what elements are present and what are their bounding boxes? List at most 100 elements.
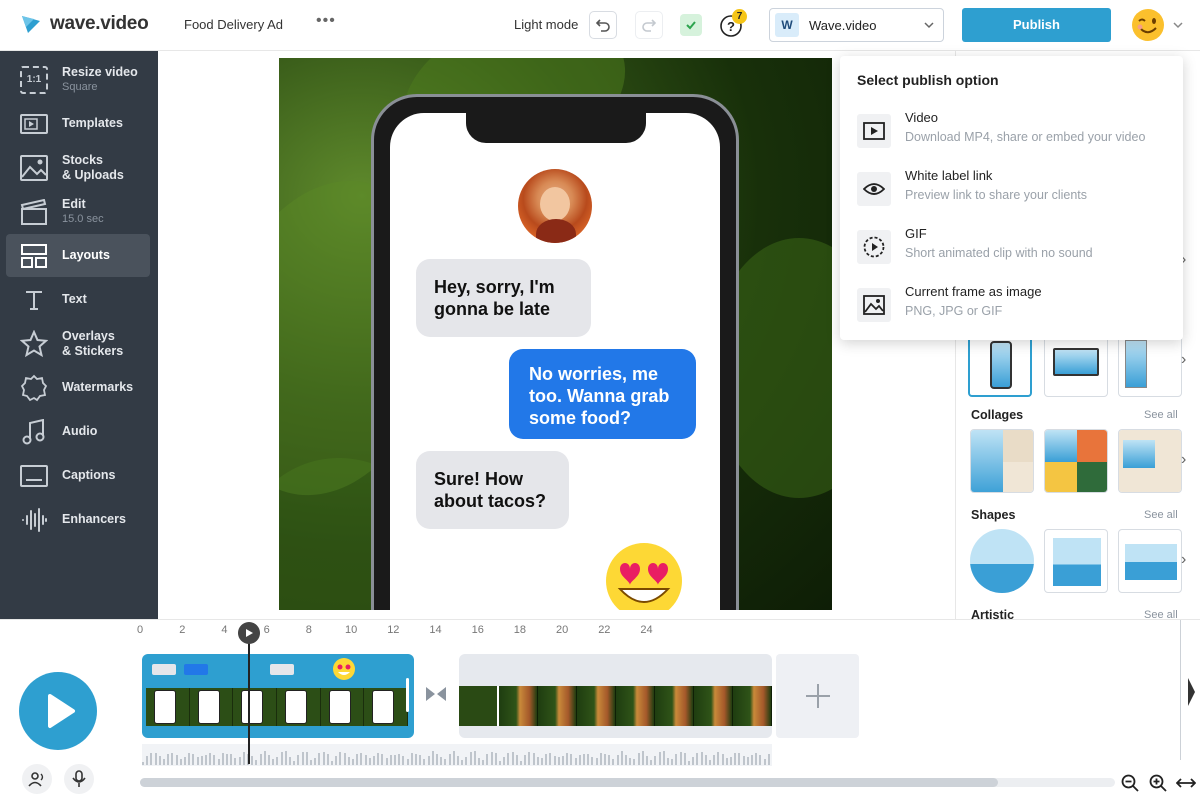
sidebar-label-audio: Audio xyxy=(62,424,98,438)
row-arrow-icon[interactable]: › xyxy=(1181,551,1186,569)
waveform-bar xyxy=(654,756,657,765)
wink-emoji-icon xyxy=(1132,9,1164,41)
layout-thumb-phone[interactable] xyxy=(968,333,1032,397)
waveform-bar xyxy=(146,756,149,765)
timeline-clip-2[interactable] xyxy=(459,654,772,738)
light-mode-toggle[interactable]: Light mode xyxy=(514,17,578,32)
row-arrow-icon[interactable]: › xyxy=(1181,351,1186,369)
waveform-bar xyxy=(402,756,405,765)
avatar-chevron-icon[interactable] xyxy=(1172,19,1184,31)
shape-thumb-rect[interactable] xyxy=(1118,529,1182,593)
logo[interactable]: wave.video xyxy=(20,13,149,35)
sidebar-sub-edit: 15.0 sec xyxy=(62,212,104,225)
publish-option-frame-image[interactable]: Current frame as image PNG, JPG or GIF xyxy=(857,284,1167,332)
waveform-bar xyxy=(251,756,254,765)
see-all-shapes-link[interactable]: See all xyxy=(1144,509,1178,521)
user-avatar[interactable] xyxy=(1131,8,1165,42)
layout-thumb-laptop[interactable] xyxy=(1044,333,1108,397)
timeline-tick: 8 xyxy=(305,624,312,636)
section-title-artistic: Artistic xyxy=(971,608,1015,619)
sidebar-item-resize[interactable]: 1:1 Resize video Square xyxy=(6,58,150,101)
waveform-bar xyxy=(377,753,380,765)
sidebar-item-overlays[interactable]: Overlays & Stickers xyxy=(6,322,150,365)
project-name[interactable]: Food Delivery Ad xyxy=(184,17,283,32)
sidebar-item-templates[interactable]: Templates xyxy=(6,102,150,145)
message-text: No worries, me too. Wanna grab some food… xyxy=(529,364,670,428)
help-button[interactable]: ? 7 xyxy=(719,9,747,37)
transition-icon[interactable] xyxy=(425,686,447,702)
sidebar-item-watermarks[interactable]: Watermarks xyxy=(6,366,150,409)
play-button[interactable] xyxy=(19,672,97,750)
collage-thumb[interactable] xyxy=(1118,429,1182,493)
waveform-bar xyxy=(696,752,699,765)
image-icon xyxy=(863,295,885,315)
waveform-bar xyxy=(658,751,661,765)
phone-screen: Hey, sorry, I'm gonna be late No worries… xyxy=(390,113,720,610)
see-all-collages-link[interactable]: See all xyxy=(1144,409,1178,421)
sidebar-item-text[interactable]: Text xyxy=(6,278,150,321)
shape-thumb-circle[interactable] xyxy=(970,529,1034,593)
voiceover-button[interactable] xyxy=(22,764,52,794)
timeline-end-arrow-icon[interactable] xyxy=(1186,676,1196,708)
sidebar-label-overlays: Overlays xyxy=(62,328,115,343)
clip-frame xyxy=(459,686,499,726)
timeline-tick: 2 xyxy=(179,624,186,636)
clip-frame xyxy=(364,688,409,726)
scrollbar-thumb[interactable] xyxy=(140,778,998,787)
waveform-bar xyxy=(230,754,233,765)
sidebar-item-layouts[interactable]: Layouts xyxy=(6,234,150,277)
record-audio-button[interactable] xyxy=(64,764,94,794)
option-desc: Short animated clip with no sound xyxy=(905,246,1093,260)
waveform-bar xyxy=(465,756,468,765)
waveform-bar xyxy=(335,755,338,765)
timeline-tick: 18 xyxy=(513,624,527,636)
publish-option-gif[interactable]: GIF Short animated clip with no sound xyxy=(857,226,1167,274)
video-canvas[interactable]: Hey, sorry, I'm gonna be late No worries… xyxy=(279,58,832,610)
publish-option-video[interactable]: Video Download MP4, share or embed your … xyxy=(857,110,1167,158)
audio-waveform[interactable] xyxy=(142,744,772,766)
playhead-line[interactable] xyxy=(248,632,251,764)
zoom-out-icon[interactable] xyxy=(1121,774,1139,792)
emoji-layer-icon xyxy=(333,658,355,680)
publish-option-white-label[interactable]: White label link Preview link to share y… xyxy=(857,168,1167,216)
waveform-bar xyxy=(163,759,165,765)
collage-thumb[interactable] xyxy=(970,429,1034,493)
heart-eyes-emoji-icon[interactable] xyxy=(604,541,684,610)
collage-thumb[interactable] xyxy=(1044,429,1108,493)
sidebar-item-stocks[interactable]: Stocks & Uploads xyxy=(6,146,150,189)
templates-icon xyxy=(20,113,48,134)
clip-frame xyxy=(233,688,278,726)
timeline-clip-1[interactable] xyxy=(142,654,414,738)
waveform-bar xyxy=(410,752,413,765)
undo-button[interactable] xyxy=(589,11,617,39)
playhead-knob[interactable] xyxy=(238,622,261,644)
waveform-bar xyxy=(583,754,585,765)
sidebar-item-captions[interactable]: Captions xyxy=(6,454,150,497)
sidebar-item-audio[interactable]: Audio xyxy=(6,410,150,453)
shape-thumb-square[interactable] xyxy=(1044,529,1108,593)
more-options-button[interactable]: ••• xyxy=(316,12,336,30)
waveform-bar xyxy=(763,759,766,765)
add-clip-button[interactable] xyxy=(776,654,859,738)
zoom-in-icon[interactable] xyxy=(1149,774,1167,792)
waveform-bar xyxy=(310,759,312,765)
option-label: Current frame as image xyxy=(905,284,1042,299)
fit-width-icon[interactable] xyxy=(1176,777,1196,789)
workspace-select[interactable]: W Wave.video xyxy=(769,8,944,42)
waveform-bar xyxy=(549,752,552,765)
workspace-name: Wave.video xyxy=(809,17,877,33)
waveform-bar xyxy=(389,755,392,765)
sidebar-item-edit[interactable]: Edit 15.0 sec xyxy=(6,190,150,233)
layout-thumb-tablet[interactable] xyxy=(1118,333,1182,397)
timeline-scrollbar[interactable] xyxy=(140,778,1115,787)
sidebar-item-enhancers[interactable]: Enhancers xyxy=(6,498,150,541)
waveform-bar xyxy=(650,760,653,765)
clip-frame xyxy=(538,686,577,726)
publish-button[interactable]: Publish xyxy=(962,8,1111,42)
waveform-bar xyxy=(692,756,695,765)
trim-handle[interactable] xyxy=(406,678,409,712)
see-all-artistic-link[interactable]: See all xyxy=(1144,609,1178,619)
sidebar-label-stocks-2: & Uploads xyxy=(62,167,124,182)
row-arrow-icon[interactable]: › xyxy=(1181,451,1186,469)
redo-button[interactable] xyxy=(635,11,663,39)
